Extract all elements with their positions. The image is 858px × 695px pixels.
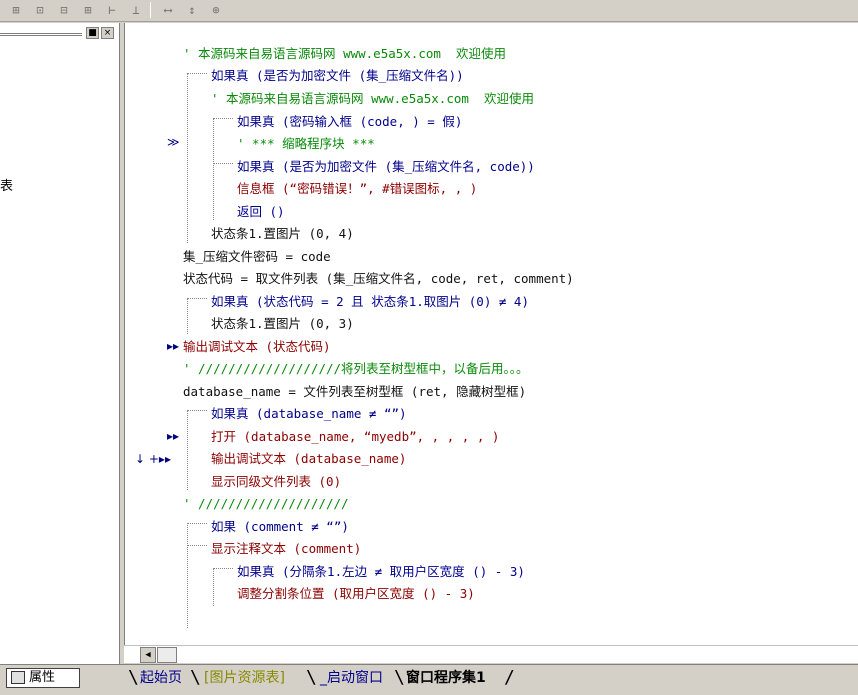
code-line[interactable]: 状态代码 = 取文件列表 (集_压缩文件名, code, ret, commen… — [183, 268, 574, 290]
scroll-thumb[interactable] — [157, 647, 177, 663]
code-line[interactable]: 显示同级文件列表 (0) — [211, 471, 341, 493]
code-line[interactable]: 如果 (comment ≠ “”) — [211, 516, 349, 538]
code-line[interactable]: ' *** 缩略程序块 *** — [237, 133, 375, 155]
toolbar-separator — [150, 2, 151, 18]
code-line[interactable]: 如果真 (是否为加密文件 (集_压缩文件名)) — [211, 65, 464, 87]
same-height-icon[interactable]: ↕ — [182, 1, 202, 19]
editor-gutter[interactable] — [125, 23, 151, 645]
properties-icon — [11, 671, 25, 684]
tab-image-resources[interactable]: [图片资源表] — [204, 667, 285, 689]
code-line[interactable]: 如果真 (是否为加密文件 (集_压缩文件名, code)) — [237, 156, 535, 178]
panel-pin-button[interactable]: ■ — [86, 27, 99, 39]
block-guide-line — [213, 118, 233, 119]
tab-window-assembly[interactable]: 窗口程序集1 — [406, 667, 486, 689]
distribute-horizontal-icon[interactable]: ⊢ — [102, 1, 122, 19]
block-guide-line — [213, 118, 214, 220]
panel-truncated-text: 表 — [0, 179, 14, 194]
block-guide-line — [187, 410, 188, 490]
code-line[interactable]: 打开 (database_name, “myedb”, , , , , ) — [211, 426, 499, 448]
code-line[interactable]: ' //////////////////// — [183, 493, 349, 515]
align-left-icon[interactable]: ⊞ — [6, 1, 26, 19]
block-guide-line — [187, 410, 207, 411]
code-line[interactable]: ' 本源码来自易语言源码网 www.e5a5x.com 欢迎使用 — [183, 43, 506, 65]
current-line-marker[interactable]: ↓ +▸▸ — [135, 452, 171, 466]
same-size-icon[interactable]: ⊕ — [206, 1, 226, 19]
panel-titlebar: ■ × — [0, 25, 118, 41]
block-guide-line — [187, 298, 207, 299]
code-line[interactable]: 显示注释文本 (comment) — [211, 538, 361, 560]
code-line[interactable]: ' ///////////////////将列表至树型框中，以备后用。。。 — [183, 358, 529, 380]
code-line[interactable]: 状态条1.置图片 (0, 4) — [211, 223, 354, 245]
code-line[interactable]: 信息框 (“密码错误！”, #错误图标, , ) — [237, 178, 477, 200]
tab-divider: / — [504, 667, 515, 688]
distribute-vertical-icon[interactable]: ⊥ — [126, 1, 146, 19]
code-line[interactable]: 输出调试文本 (database_name) — [211, 448, 406, 470]
align-right-icon[interactable]: ⊞ — [78, 1, 98, 19]
block-guide-line — [213, 568, 233, 569]
code-line[interactable]: 调整分割条位置 (取用户区宽度 () - 3) — [237, 583, 475, 605]
tab-startup-window[interactable]: _启动窗口 — [320, 667, 383, 689]
block-guide-line — [187, 523, 188, 628]
alignment-toolbar: ⊞ ⊡ ⊟ ⊞ ⊢ ⊥ ⟷ ↕ ⊕ — [0, 0, 858, 22]
tab-divider: \ — [190, 667, 201, 688]
left-panel: ■ × 表 — [0, 23, 120, 665]
block-guide-line — [213, 163, 233, 164]
scroll-left-arrow-icon[interactable]: ◀ — [140, 647, 156, 663]
code-line[interactable]: 如果真 (database_name ≠ “”) — [211, 403, 407, 425]
code-line[interactable]: ' 本源码来自易语言源码网 www.e5a5x.com 欢迎使用 — [211, 88, 534, 110]
tab-divider: \ — [128, 667, 139, 688]
tab-start-page[interactable]: 起始页 — [140, 667, 182, 689]
panel-grip[interactable] — [0, 33, 82, 36]
breakpoint-arrow-marker[interactable]: ▸▸ — [167, 339, 179, 353]
code-line[interactable]: 状态条1.置图片 (0, 3) — [211, 313, 354, 335]
tab-divider: \ — [394, 667, 405, 688]
align-top-icon[interactable]: ⊡ — [30, 1, 50, 19]
collapsed-block-marker[interactable]: ≫ — [167, 135, 180, 149]
panel-close-button[interactable]: × — [101, 27, 114, 39]
breakpoint-arrow-marker[interactable]: ▸▸ — [167, 429, 179, 443]
code-line[interactable]: 返回 () — [237, 201, 285, 223]
block-guide-line — [187, 73, 207, 74]
block-guide-line — [187, 545, 207, 546]
code-line[interactable]: database_name = 文件列表至树型框 (ret, 隐藏树型框) — [183, 381, 526, 403]
block-guide-line — [187, 523, 207, 524]
code-editor[interactable]: ≫ ▸▸ ▸▸ ↓ +▸▸ ' 本源码来自易语言源码网 www.e5a5x.co… — [124, 23, 858, 645]
block-guide-line — [187, 73, 188, 243]
code-line[interactable]: 集_压缩文件密码 = code — [183, 246, 331, 268]
properties-button[interactable]: 属性 — [6, 668, 80, 688]
block-guide-line — [187, 298, 188, 334]
horizontal-scrollbar[interactable]: ◀ — [124, 645, 858, 663]
code-line[interactable]: 输出调试文本 (状态代码) — [183, 336, 331, 358]
code-line[interactable]: 如果真 (分隔条1.左边 ≠ 取用户区宽度 () - 3) — [237, 561, 525, 583]
block-guide-line — [213, 568, 214, 606]
same-width-icon[interactable]: ⟷ — [158, 1, 178, 19]
code-line[interactable]: 如果真 (密码输入框 (code, ) = 假) — [237, 111, 462, 133]
tab-divider: \ — [306, 667, 317, 688]
properties-label: 属性 — [29, 670, 56, 685]
bottom-bar: 属性 \ 起始页 \ [图片资源表] \ _启动窗口 \ 窗口程序集1 / — [0, 664, 858, 695]
align-center-icon[interactable]: ⊟ — [54, 1, 74, 19]
code-line[interactable]: 如果真 (状态代码 = 2 且 状态条1.取图片 (0) ≠ 4) — [211, 291, 529, 313]
